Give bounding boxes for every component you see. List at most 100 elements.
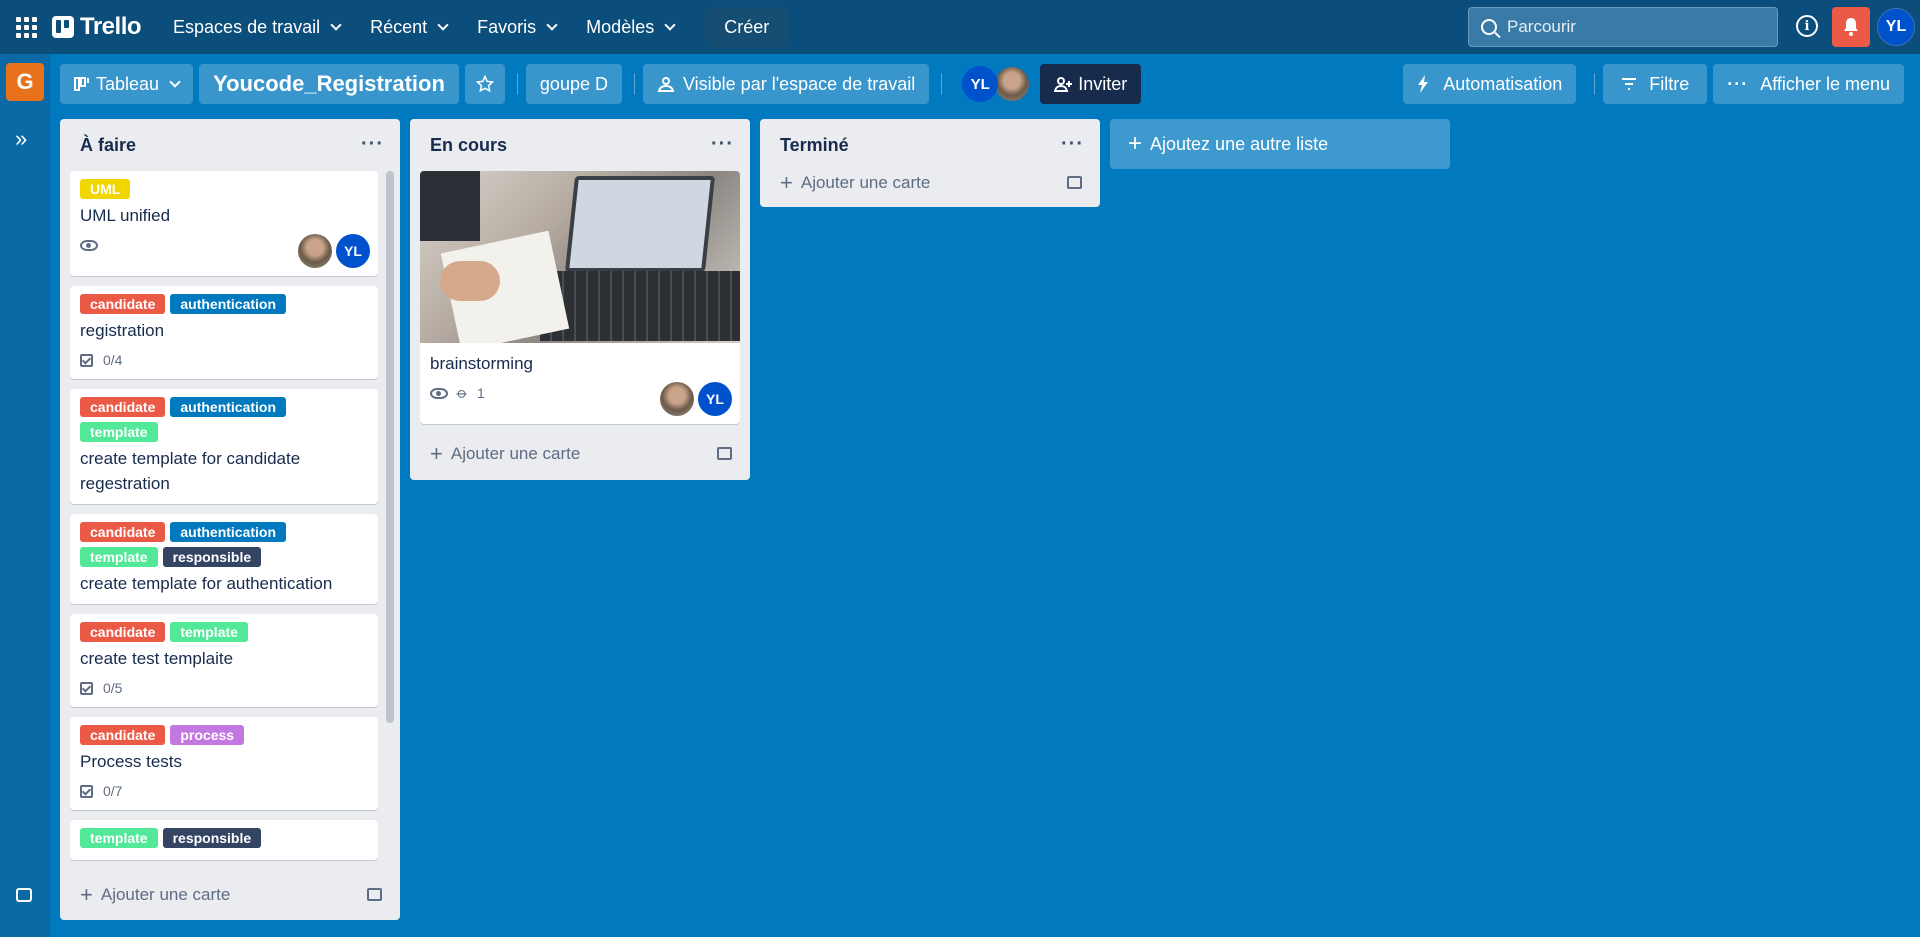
list-header[interactable]: À faire ··· [60,119,400,171]
divider [1594,73,1596,95]
automation-label: Automatisation [1443,73,1563,94]
show-menu-label: Afficher le menu [1760,73,1890,94]
view-switcher-label: Tableau [96,73,160,94]
view-switcher[interactable]: Tableau [60,64,194,104]
list-scrollbar[interactable] [386,171,394,723]
label-template[interactable]: template [170,622,248,642]
add-list-button[interactable]: + Ajoutez une autre liste [1110,119,1450,169]
more-dots-icon: ··· [1727,73,1749,94]
card-labels: template responsible [80,828,368,848]
card-template-icon[interactable] [1067,176,1082,189]
card-title: create template for authentication [80,574,333,593]
search-input[interactable] [1507,17,1757,37]
member-photo[interactable] [660,382,694,416]
label-template[interactable]: template [80,828,158,848]
trello-logo[interactable]: Trello [52,13,142,41]
visibility-button[interactable]: Visible par l'espace de travail [642,64,930,104]
card[interactable]: candidate authentication registration 0/… [70,286,378,379]
plus-icon: + [80,882,93,907]
automation-button[interactable]: Automatisation [1403,64,1577,104]
people-icon [657,77,675,92]
board-member-avatar[interactable]: YL [962,66,999,102]
list-header[interactable]: En cours ··· [410,119,750,171]
card[interactable]: UML UML unified YL [70,171,378,276]
info-icon[interactable]: i [1796,15,1818,37]
filter-button[interactable]: Filtre [1603,64,1708,104]
add-card-button[interactable]: + Ajouter une carte [410,434,750,474]
label-authentication[interactable]: authentication [170,522,287,542]
card-title: Process tests [80,752,183,771]
workspace-button[interactable]: goupe D [525,64,622,104]
list-done: Terminé ··· + Ajouter une carte [760,119,1100,207]
member-photo[interactable] [298,234,332,268]
card[interactable]: candidate authentication template create… [70,389,378,504]
search-box[interactable] [1468,7,1778,47]
trello-logo-icon [52,16,74,38]
card-title: UML unified [80,206,171,225]
watch-icon [430,387,448,399]
add-card-label: Ajouter une carte [100,885,231,904]
visibility-label: Visible par l'espace de travail [682,73,916,94]
list-scrollbar-thumb[interactable] [386,171,394,723]
label-uml[interactable]: UML [80,179,131,199]
expand-sidebar-icon[interactable]: » [15,126,27,152]
create-button[interactable]: Créer [706,7,788,47]
menu-templates[interactable]: Modèles [574,7,686,47]
board-title[interactable]: Youcode_Registration [199,64,459,104]
menu-workspaces[interactable]: Espaces de travail [161,7,352,47]
invite-label: Inviter [1078,73,1128,94]
search-icon [1481,19,1497,35]
member-avatar[interactable]: YL [336,234,370,268]
label-candidate[interactable]: candidate [80,622,166,642]
label-candidate[interactable]: candidate [80,522,166,542]
list-menu-icon[interactable]: ··· [711,133,734,156]
member-avatar[interactable]: YL [698,382,732,416]
label-authentication[interactable]: authentication [170,397,287,417]
label-candidate[interactable]: candidate [80,397,166,417]
label-responsible[interactable]: responsible [162,547,262,567]
invite-button[interactable]: Inviter [1040,64,1142,104]
workspace-badge[interactable]: G [6,63,44,101]
board-header-actions: Automatisation Filtre ··· Afficher le me… [1403,64,1910,104]
list-menu-icon[interactable]: ··· [1061,133,1084,156]
card[interactable]: candidate authentication template respon… [70,514,378,604]
board-member-photo[interactable] [994,66,1031,102]
card-template-icon[interactable] [717,447,732,460]
card[interactable]: candidate template create test templaite… [70,614,378,707]
card[interactable]: template responsible [70,820,378,860]
card-container: UML UML unified YL candidate authenticat… [60,171,400,875]
templates-icon[interactable] [16,888,32,902]
label-template[interactable]: template [80,547,158,567]
card[interactable]: brainstorming ⌀ 1 YL [420,171,740,424]
menu-favorites[interactable]: Favoris [465,7,568,47]
menu-workspaces-label: Espaces de travail [173,16,321,37]
add-person-icon [1054,77,1073,92]
card-template-icon[interactable] [367,888,382,901]
add-card-label: Ajouter une carte [450,444,581,463]
list-menu-icon[interactable]: ··· [361,133,384,156]
label-process[interactable]: process [170,725,245,745]
plus-icon: + [1128,130,1143,157]
label-candidate[interactable]: candidate [80,294,166,314]
label-authentication[interactable]: authentication [170,294,287,314]
show-menu-button[interactable]: ··· Afficher le menu [1713,64,1904,104]
card-badges: 0/4 [80,349,368,371]
menu-recent[interactable]: Récent [358,7,459,47]
add-card-button[interactable]: + Ajouter une carte [60,875,400,915]
list-todo: À faire ··· UML UML unified YL candidate… [60,119,400,920]
user-avatar[interactable]: YL [1877,8,1915,46]
notifications-button[interactable] [1832,7,1870,47]
add-card-button[interactable]: + Ajouter une carte [760,163,1100,203]
apps-grid-icon[interactable] [14,15,38,39]
checklist-count: 0/4 [103,352,123,368]
label-candidate[interactable]: candidate [80,725,166,745]
star-board-button[interactable] [464,64,505,104]
label-responsible[interactable]: responsible [162,828,262,848]
card[interactable]: candidate process Process tests 0/7 [70,717,378,810]
attachment-icon: ⌀ [452,384,472,403]
card-cover-image [420,171,740,343]
menu-recent-label: Récent [370,16,428,37]
label-template[interactable]: template [80,422,158,442]
card-badges: 0/7 [80,780,368,802]
list-in-progress: En cours ··· brainstorming ⌀ 1 YL + Ajou… [410,119,750,480]
